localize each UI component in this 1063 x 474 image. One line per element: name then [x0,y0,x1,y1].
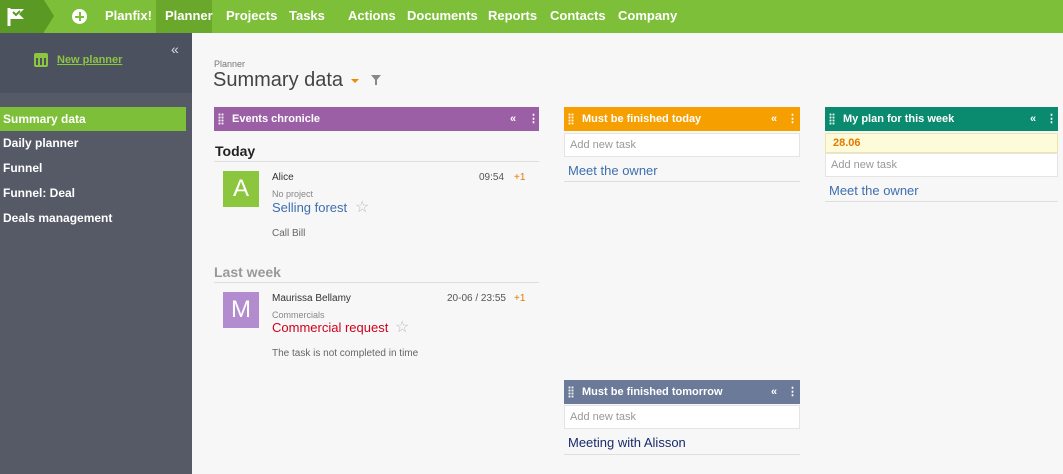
drag-handle-icon[interactable] [568,386,574,398]
sidebar-item-summary-data[interactable]: Summary data [0,107,186,131]
divider [825,201,1058,202]
week-panel-header: My plan for this week « ⋮ [825,107,1058,131]
caret-down-icon[interactable] [351,79,359,83]
nav-documents[interactable]: Documents [407,0,478,33]
new-planner-link[interactable]: New planner [57,54,122,66]
divider [564,454,800,455]
task-link[interactable]: Meet the owner [568,163,658,178]
add-icon[interactable] [72,9,87,24]
panel-title: Events chronicle [232,113,321,125]
section-last-week: Last week [214,264,281,280]
filter-icon[interactable] [371,75,381,85]
section-today: Today [215,143,256,159]
event-note: Call Bill [272,228,306,239]
event-time: 09:54 [479,172,505,183]
divider [564,181,800,182]
event-project: No project [272,189,314,199]
event-project: Commercials [272,310,325,320]
event-author[interactable]: Maurissa Bellamy [272,293,351,304]
event-time: 20-06 / 23:55 [447,293,506,304]
nav-reports[interactable]: Reports [488,0,537,33]
panel-title: Must be finished tomorrow [582,386,723,398]
avatar[interactable]: A [223,171,259,207]
avatar[interactable]: M [223,292,259,328]
panel-menu-icon[interactable]: ⋮ [787,107,798,131]
panel-menu-icon[interactable]: ⋮ [1046,107,1057,131]
event-count-badge[interactable]: +1 [514,172,525,183]
divider [214,282,539,283]
events-chronicle-header: Events chronicle « ⋮ [214,107,539,131]
panel-title: My plan for this week [843,113,955,125]
sidebar: New planner « Summary data Daily planner… [0,33,192,474]
sidebar-item-daily-planner[interactable]: Daily planner [0,131,186,155]
top-nav: Planfix! Planner Projects Tasks Actions … [0,0,1063,33]
page-title: Summary data [213,69,344,91]
week-date-row: 28.06 [825,133,1058,153]
sidebar-header: New planner « [0,33,192,93]
nav-actions[interactable]: Actions [348,0,396,33]
collapse-sidebar-icon[interactable]: « [171,41,179,57]
collapse-panel-icon[interactable]: « [510,107,516,131]
star-icon[interactable]: ☆ [395,320,409,336]
panel-menu-icon[interactable]: ⋮ [787,380,798,404]
nav-company[interactable]: Company [618,0,677,33]
event-author[interactable]: Alice [272,172,294,183]
task-link[interactable]: Meeting with Alisson [568,435,686,450]
drag-handle-icon[interactable] [829,113,835,125]
nav-planner[interactable]: Planner [156,0,213,33]
divider [214,161,539,162]
panel-title: Must be finished today [582,113,702,125]
nav-projects[interactable]: Projects [226,0,277,33]
drag-handle-icon[interactable] [218,113,224,125]
calendar-icon [34,53,48,67]
nav-contacts[interactable]: Contacts [550,0,606,33]
event-note: The task is not completed in time [272,348,419,359]
star-icon[interactable]: ☆ [355,200,369,216]
collapse-panel-icon[interactable]: « [771,380,777,404]
drag-handle-icon[interactable] [568,113,574,125]
event-count-badge[interactable]: +1 [514,293,525,304]
logo-arrow [44,0,54,32]
add-task-input[interactable]: Add new task [564,133,800,157]
breadcrumb[interactable]: Planner [214,59,245,69]
collapse-panel-icon[interactable]: « [771,107,777,131]
collapse-panel-icon[interactable]: « [1030,107,1036,131]
nav-brand[interactable]: Planfix! [105,0,152,33]
sidebar-item-funnel-deal[interactable]: Funnel: Deal [0,181,186,205]
nav-tasks[interactable]: Tasks [289,0,325,33]
event-task-link[interactable]: Selling forest [272,200,347,215]
flag-icon [7,8,24,26]
sidebar-item-deals-management[interactable]: Deals management [0,206,186,230]
add-task-input[interactable]: Add new task [564,405,800,429]
today-panel-header: Must be finished today « ⋮ [564,107,800,131]
logo[interactable] [0,0,44,33]
tomorrow-panel-header: Must be finished tomorrow « ⋮ [564,380,800,404]
event-task-link[interactable]: Commercial request [272,320,388,335]
task-link[interactable]: Meet the owner [829,183,919,198]
panel-menu-icon[interactable]: ⋮ [528,107,539,131]
add-task-input[interactable]: Add new task [825,153,1058,177]
sidebar-item-funnel[interactable]: Funnel [0,156,186,180]
